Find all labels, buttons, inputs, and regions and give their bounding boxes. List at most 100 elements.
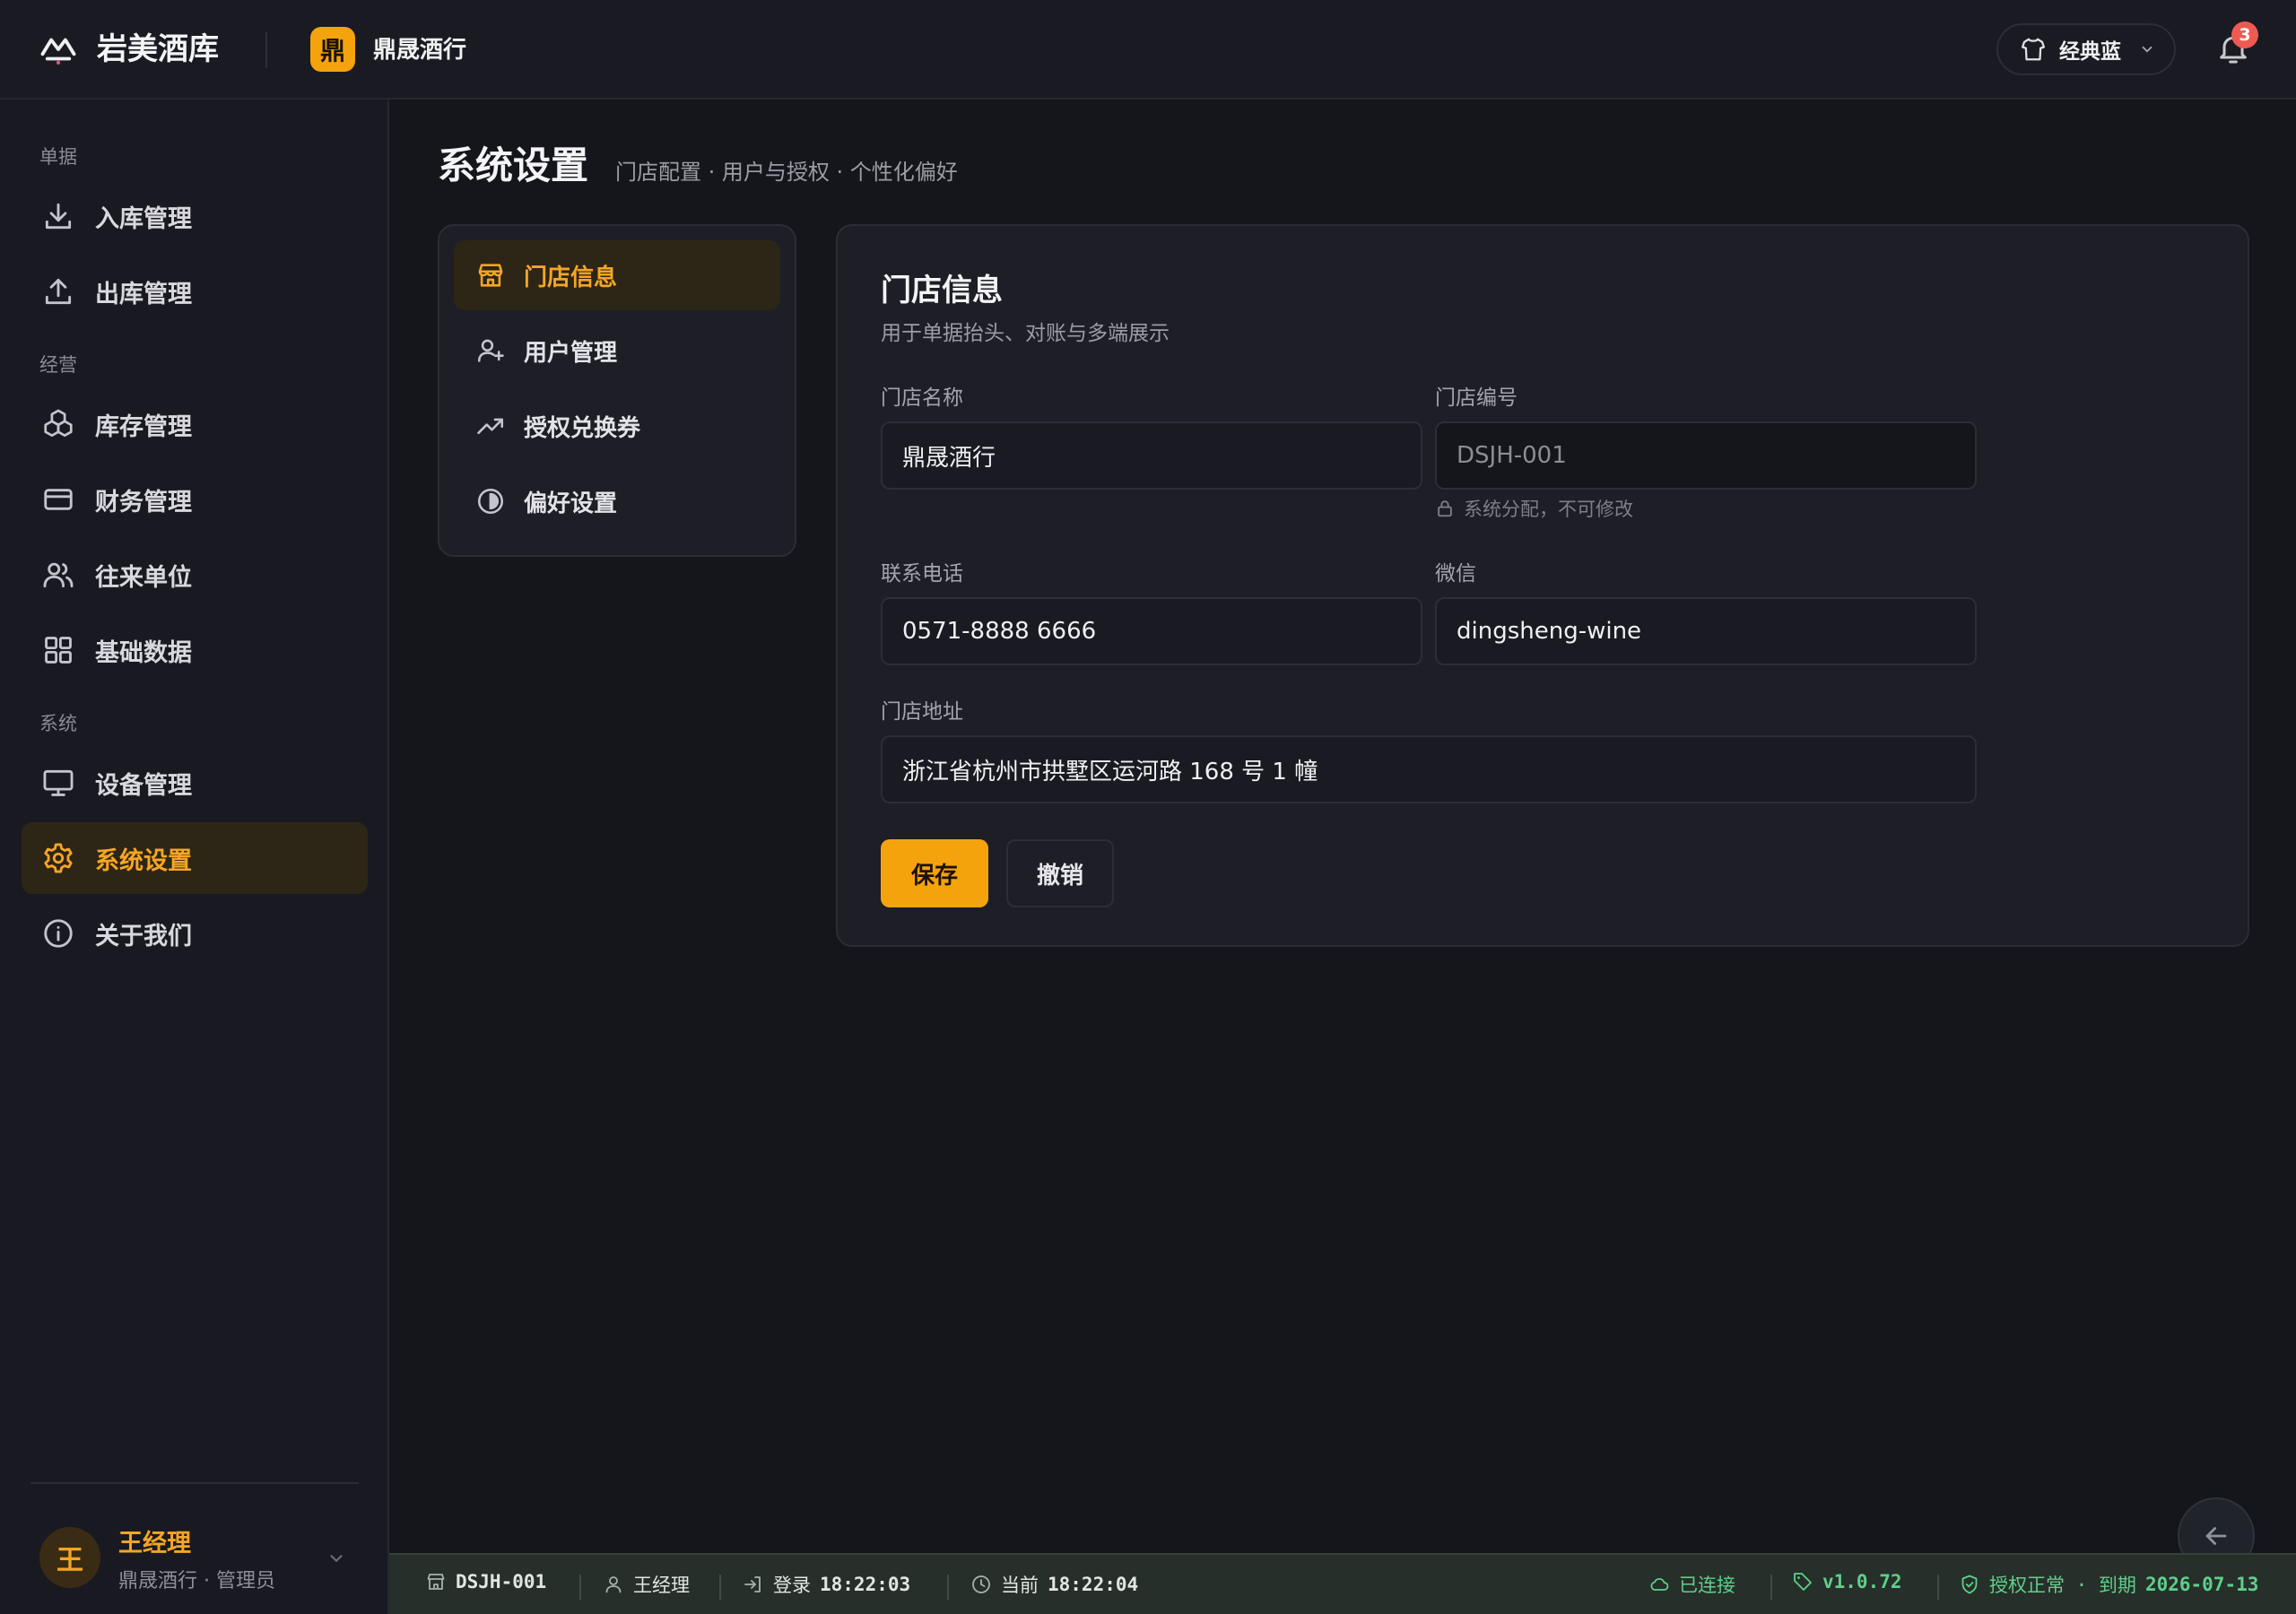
- chevron-down-icon: [326, 1549, 346, 1568]
- address-field[interactable]: [881, 735, 1977, 803]
- sidebar-item-inventory[interactable]: 库存管理: [22, 388, 368, 460]
- store-icon: [425, 1571, 447, 1592]
- grid-icon: [41, 633, 75, 667]
- sidebar-item-label: 关于我们: [95, 922, 192, 950]
- store-code-hint: 系统分配，不可修改: [1435, 495, 1633, 522]
- shield-check-icon: [1959, 1574, 1980, 1595]
- subnav-item-preferences[interactable]: 偏好设置: [454, 466, 780, 536]
- user-icon: [603, 1574, 624, 1595]
- sidebar-item-about[interactable]: 关于我们: [22, 898, 368, 969]
- user-profile-menu[interactable]: 王 王经理 鼎晟酒行 · 管理员: [39, 1516, 353, 1602]
- status-login: 登录 18:22:03: [743, 1571, 910, 1598]
- divider: [30, 1482, 359, 1484]
- subnav-item-users[interactable]: 用户管理: [454, 316, 780, 386]
- status-current: 当前 18:22:04: [970, 1571, 1138, 1598]
- status-current-label: 当前: [1001, 1575, 1039, 1596]
- user-name: 王经理: [118, 1530, 191, 1558]
- store-info-panel: 门店信息 用于单据抬头、对账与多端展示 门店名称 门店编号 系统分配，不可修改 …: [836, 224, 2249, 947]
- cloud-icon: [1648, 1574, 1670, 1595]
- theme-label: 经典蓝: [2059, 40, 2121, 64]
- subnav-item-label: 门店信息: [524, 264, 618, 291]
- avatar: 王: [39, 1527, 100, 1588]
- store-name-label: 门店名称: [881, 386, 963, 410]
- store-code-hint-text: 系统分配，不可修改: [1464, 499, 1633, 520]
- sidebar-item-devices[interactable]: 设备管理: [22, 747, 368, 819]
- wechat-field[interactable]: [1435, 597, 1977, 665]
- phone-field[interactable]: [881, 597, 1422, 665]
- upload-icon: [41, 274, 75, 308]
- gear-icon: [41, 841, 75, 875]
- sidebar-section-title: 系统: [39, 713, 77, 734]
- page-subtitle: 门店配置 · 用户与授权 · 个性化偏好: [615, 160, 958, 185]
- sidebar: 单据 入库管理 出库管理 经营 库存管理 财务管理 往来单位 基础数据 系统 设…: [0, 100, 389, 1614]
- subnav-item-license-voucher[interactable]: 授权兑换券: [454, 391, 780, 461]
- status-current-time: 18:22:04: [1048, 1574, 1139, 1595]
- sidebar-item-settings[interactable]: 系统设置: [22, 822, 368, 894]
- status-login-label: 登录: [773, 1575, 811, 1596]
- status-user-name: 王经理: [633, 1575, 690, 1596]
- sidebar-item-outbound[interactable]: 出库管理: [22, 256, 368, 327]
- status-bar: DSJH-001 王经理 登录 18:22:03 当前 18:22:04 已连接…: [389, 1553, 2296, 1614]
- notification-badge: 3: [2231, 22, 2258, 48]
- top-bar: 岩美酒库 鼎 鼎晟酒行 经典蓝 3: [0, 0, 2296, 100]
- sidebar-item-label: 财务管理: [95, 488, 192, 516]
- mountain-logo-icon: [39, 30, 77, 68]
- status-version-text: v1.0.72: [1822, 1571, 1902, 1592]
- sidebar-item-inbound[interactable]: 入库管理: [22, 180, 368, 252]
- users-icon: [41, 558, 75, 592]
- store-badge: 鼎: [310, 27, 355, 72]
- store-name-field[interactable]: [881, 421, 1422, 490]
- status-store-code: DSJH-001: [456, 1571, 547, 1592]
- address-label: 门店地址: [881, 700, 963, 724]
- download-icon: [41, 199, 75, 233]
- status-license: 授权正常 · 到期 2026-07-13: [1959, 1571, 2258, 1598]
- shirt-icon: [2020, 36, 2047, 63]
- status-license-label: 授权正常 · 到期: [1989, 1575, 2136, 1596]
- tag-icon: [1792, 1571, 1813, 1592]
- store-code-label: 门店编号: [1435, 386, 1518, 410]
- store-icon: [475, 260, 506, 291]
- arrow-left-icon: [2201, 1521, 2231, 1551]
- clock-icon: [970, 1574, 992, 1595]
- sidebar-item-label: 设备管理: [95, 771, 192, 800]
- divider: [1937, 1575, 1939, 1600]
- status-store: DSJH-001: [425, 1571, 546, 1592]
- trend-icon: [475, 411, 506, 441]
- sidebar-item-label: 库存管理: [95, 412, 192, 441]
- sidebar-item-finance[interactable]: 财务管理: [22, 464, 368, 535]
- panel-title: 门店信息: [881, 273, 1003, 308]
- brand-name: 岩美酒库: [97, 31, 219, 67]
- cancel-button[interactable]: 撤销: [1006, 839, 1114, 907]
- subnav-item-store-info[interactable]: 门店信息: [454, 240, 780, 310]
- status-license-expiry: 2026-07-13: [2144, 1574, 2259, 1595]
- sidebar-item-label: 入库管理: [95, 204, 192, 233]
- subnav-item-label: 授权兑换券: [524, 414, 641, 442]
- store-code-field: [1435, 421, 1977, 490]
- info-icon: [41, 916, 75, 950]
- divider: [719, 1575, 721, 1600]
- card-icon: [41, 482, 75, 516]
- sidebar-item-label: 系统设置: [95, 846, 192, 875]
- settings-subnav: 门店信息 用户管理 授权兑换券 偏好设置: [438, 224, 796, 557]
- lock-icon: [1435, 499, 1455, 518]
- status-version: v1.0.72: [1792, 1571, 1902, 1592]
- wechat-label: 微信: [1435, 562, 1476, 586]
- divider: [1770, 1575, 1772, 1600]
- boxes-icon: [41, 407, 75, 441]
- login-icon: [743, 1574, 764, 1595]
- sidebar-item-label: 出库管理: [95, 280, 192, 308]
- sidebar-item-label: 往来单位: [95, 563, 192, 592]
- sidebar-section-title: 经营: [39, 354, 77, 376]
- divider: [579, 1575, 581, 1600]
- status-user: 王经理: [603, 1571, 690, 1598]
- panel-description: 用于单据抬头、对账与多端展示: [881, 322, 1170, 345]
- divider: [947, 1575, 949, 1600]
- user-role: 鼎晟酒行 · 管理员: [118, 1570, 275, 1592]
- sidebar-item-basic-data[interactable]: 基础数据: [22, 614, 368, 686]
- page-title: 系统设置: [438, 143, 589, 187]
- monitor-icon: [41, 766, 75, 800]
- sidebar-item-partners[interactable]: 往来单位: [22, 539, 368, 611]
- save-button[interactable]: 保存: [881, 839, 988, 907]
- subnav-item-label: 用户管理: [524, 339, 618, 367]
- theme-selector-button[interactable]: 经典蓝: [1996, 23, 2176, 75]
